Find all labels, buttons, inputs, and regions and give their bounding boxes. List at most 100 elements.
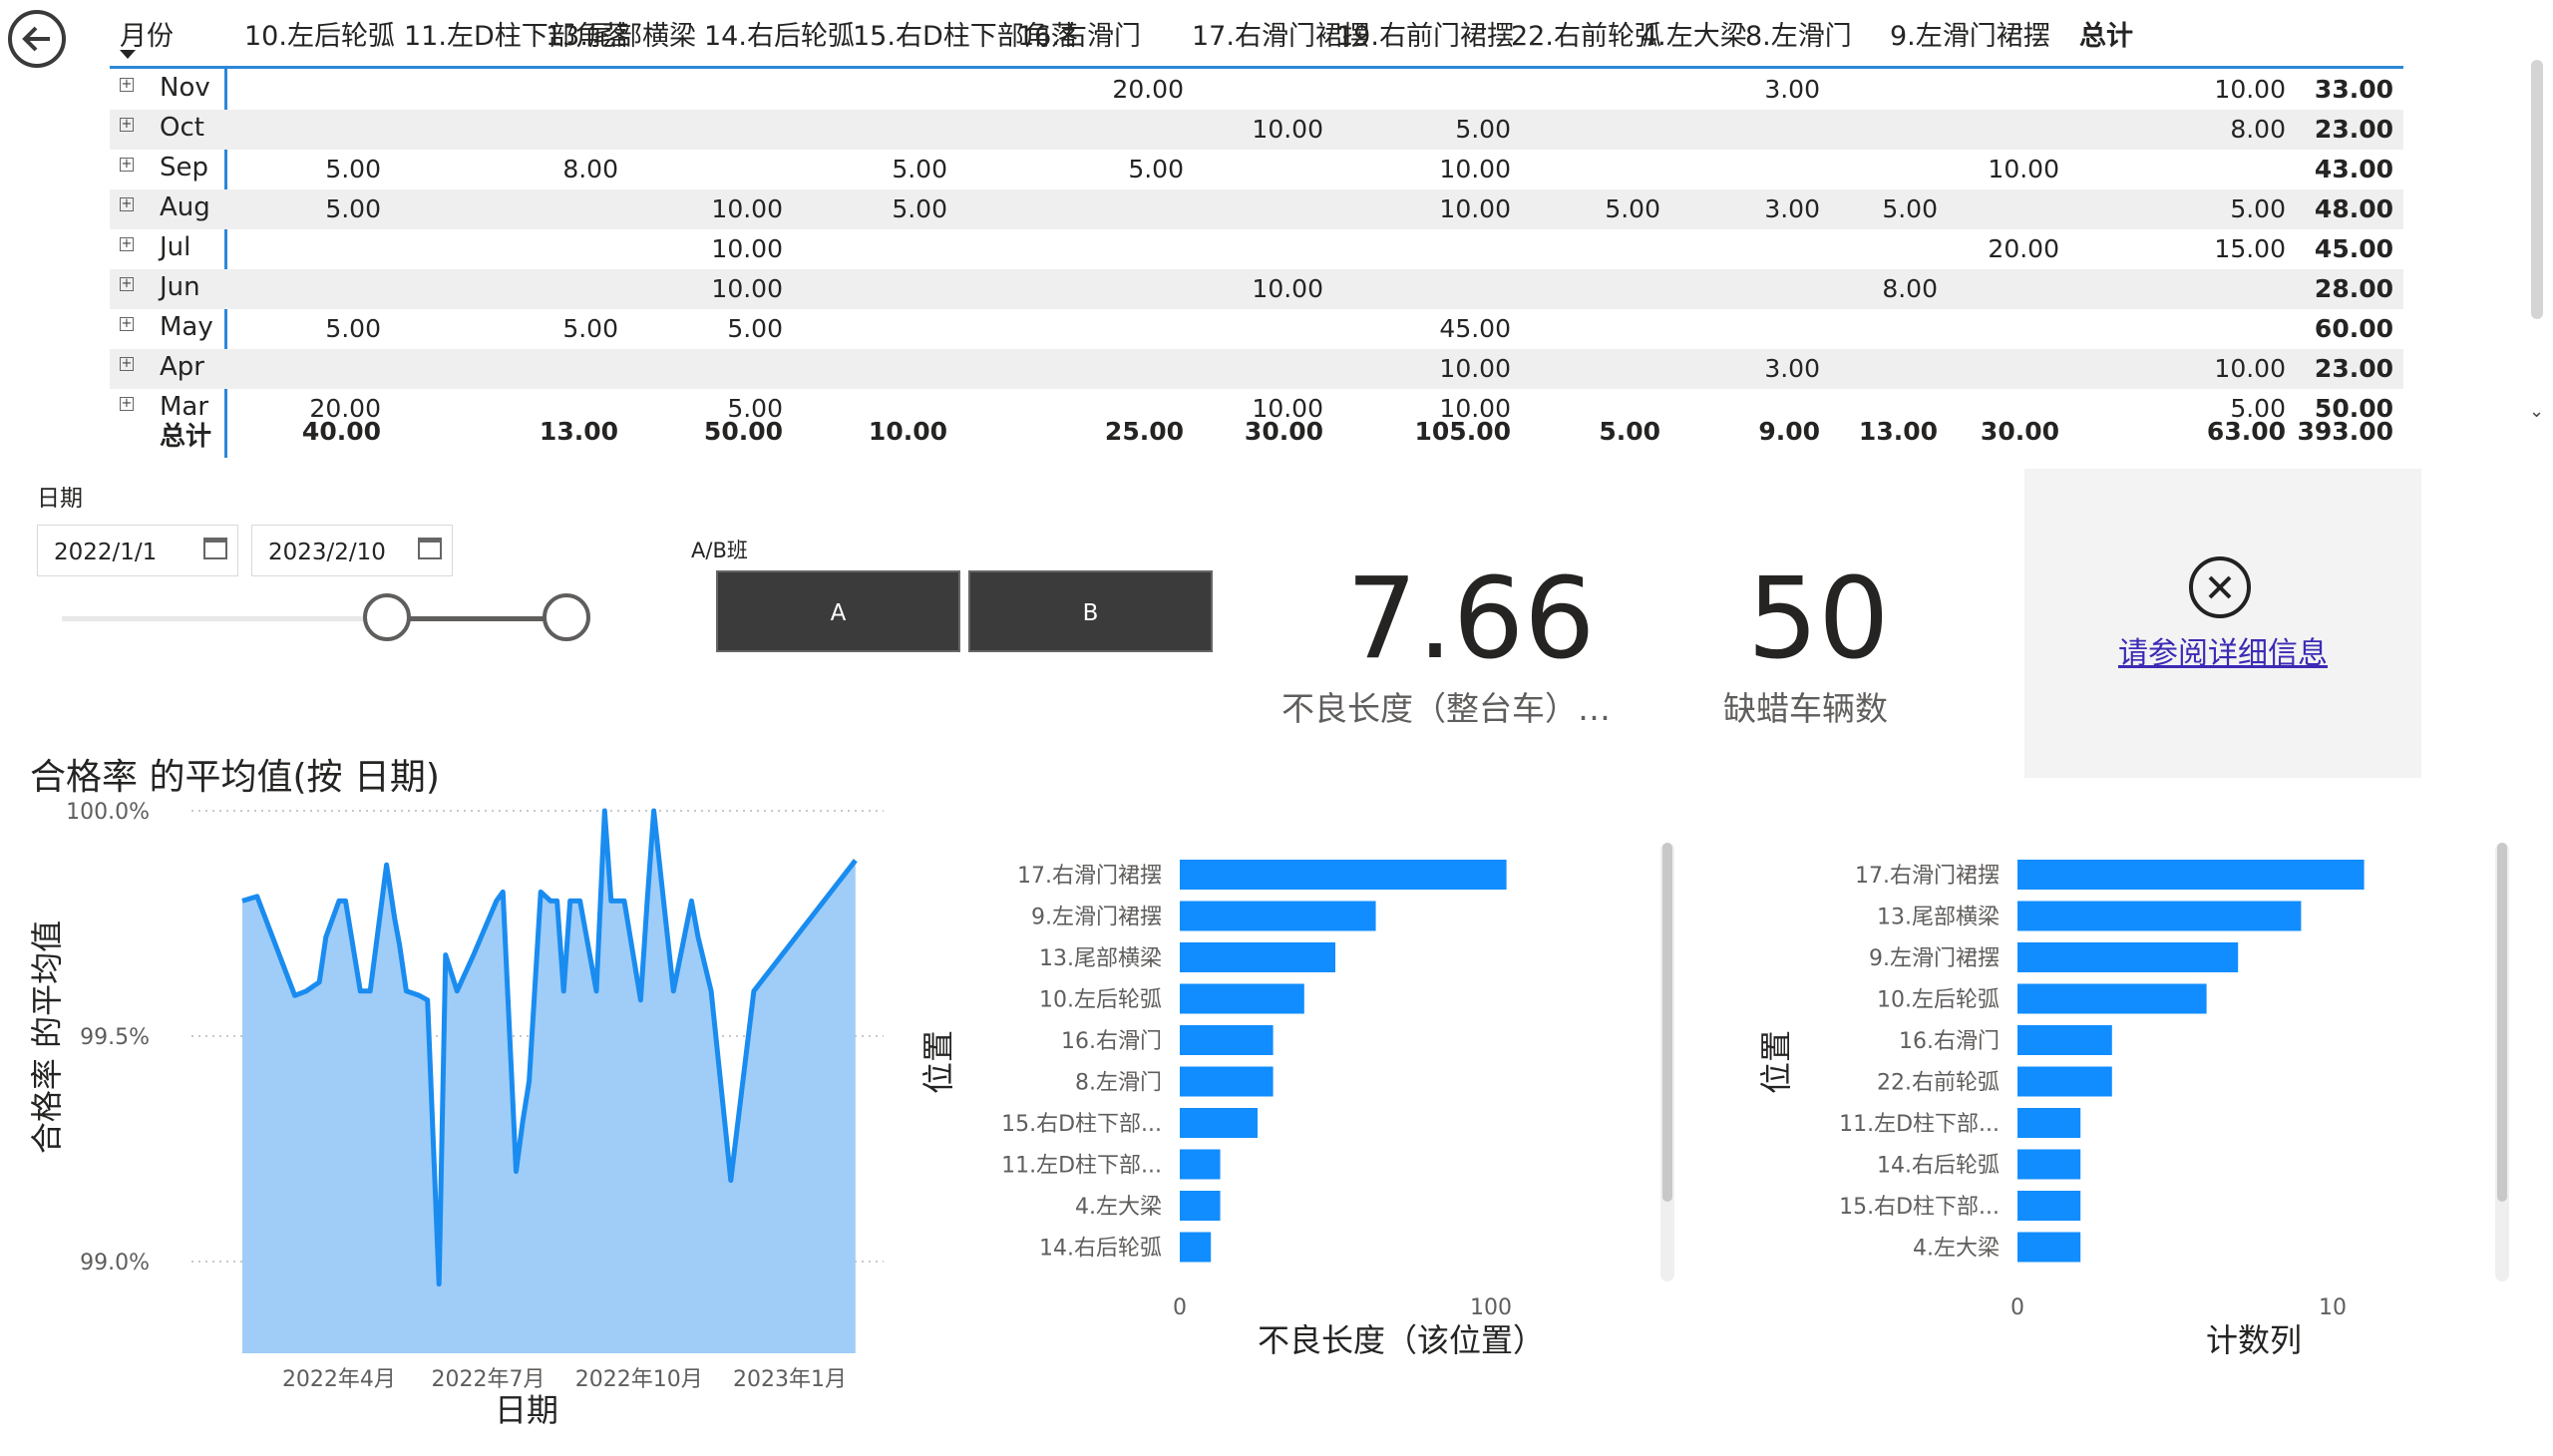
column-header[interactable]: 9.左滑门裙摆 [1890, 14, 2050, 53]
row-label[interactable]: May [160, 312, 213, 342]
column-header[interactable]: 22.右前轮弧 [1511, 14, 1661, 53]
expand-icon[interactable]: + [120, 197, 134, 211]
column-header[interactable]: 4.左大梁 [1641, 14, 1747, 53]
category-label: 17.右滑门裙摆 [1855, 864, 2000, 889]
shift-a-button[interactable]: A [716, 570, 960, 652]
row-label[interactable]: Apr [160, 352, 204, 382]
column-header[interactable]: 16.右滑门 [1017, 14, 1141, 53]
column-header[interactable]: 总计 [2079, 14, 2133, 53]
row-label[interactable]: Jun [160, 272, 200, 302]
bar[interactable] [1180, 1232, 1212, 1263]
date-slider-end-handle[interactable] [543, 593, 590, 641]
bar-chart-count: 17.右滑门裙摆 13.尾部横梁 9.左滑门裙摆 10.左后轮弧 16.右滑门 22.右前… [1757, 860, 2365, 1359]
bar[interactable] [1180, 1025, 1274, 1055]
bar[interactable] [2017, 901, 2302, 931]
row-header-month[interactable]: 月份 [120, 14, 174, 53]
bar[interactable] [2017, 942, 2239, 972]
bar[interactable] [1180, 1108, 1258, 1138]
bar[interactable] [1180, 860, 1507, 890]
matrix-cell: 10.00 [1439, 155, 1511, 183]
row-label[interactable]: Nov [160, 73, 210, 103]
calendar-icon[interactable] [203, 538, 227, 559]
y-axis-title: 位置 [919, 1030, 957, 1094]
column-header[interactable]: 19.右前门裙摆 [1336, 14, 1514, 53]
end-date-input[interactable]: 2023/2/10 [251, 525, 453, 576]
see-details-link[interactable]: 请参阅详细信息 [2024, 628, 2421, 672]
matrix-cell: 5.00 [1128, 155, 1184, 183]
matrix-cell: 3.00 [1764, 354, 1820, 383]
matrix-cell: 8.00 [1882, 274, 1938, 303]
matrix-scrollbar[interactable]: ⌄ [2529, 60, 2545, 429]
category-label: 11.左D柱下部... [1001, 1154, 1162, 1179]
bar[interactable] [2017, 1108, 2081, 1138]
bar[interactable] [1180, 901, 1376, 931]
back-button[interactable] [8, 10, 66, 68]
total-cell: 13.00 [539, 417, 618, 446]
chevron-down-icon[interactable]: ⌄ [2529, 401, 2544, 422]
expand-icon[interactable]: + [120, 78, 134, 92]
y-axis-title: 位置 [1757, 1030, 1795, 1094]
expand-icon[interactable]: + [120, 357, 134, 371]
calendar-icon[interactable] [418, 538, 442, 559]
category-label: 15.右D柱下部... [1001, 1112, 1162, 1137]
matrix-cell: 5.00 [1882, 194, 1938, 223]
category-label: 4.左大梁 [1913, 1237, 2000, 1262]
matrix-cell: 45.00 [1439, 314, 1511, 343]
bar[interactable] [2017, 983, 2207, 1014]
bar[interactable] [1180, 1191, 1221, 1221]
bar[interactable] [1180, 1066, 1274, 1097]
matrix-cell: 10.00 [2214, 75, 2286, 104]
scrollbar-thumb[interactable] [2497, 843, 2507, 1202]
scrollbar-thumb[interactable] [2531, 60, 2543, 319]
area-chart: 100.0% 99.5% 99.0% 2022年4月 2022年7月 2022年10月 2… [28, 800, 884, 1429]
column-header[interactable]: 8.左滑门 [1745, 14, 1852, 53]
row-label[interactable]: Jul [160, 232, 190, 262]
bar[interactable] [1180, 983, 1304, 1014]
row-band [110, 349, 2403, 389]
matrix-cell: 48.00 [2314, 194, 2393, 223]
x-tick-label: 2022年7月 [432, 1367, 546, 1392]
date-slider-start-handle[interactable] [363, 593, 411, 641]
row-label[interactable]: Aug [160, 192, 210, 222]
category-label: 4.左大梁 [1075, 1195, 1162, 1220]
row-label[interactable]: Sep [160, 153, 208, 182]
bar[interactable] [1180, 1149, 1221, 1180]
column-header[interactable]: 13.尾部横梁 [546, 14, 696, 53]
column-header[interactable]: 10.左后轮弧 [244, 14, 395, 53]
sort-down-icon[interactable] [120, 50, 136, 59]
matrix-cell: 5.00 [325, 194, 381, 223]
expand-icon[interactable]: + [120, 317, 134, 331]
bar[interactable] [1180, 942, 1335, 972]
expand-icon[interactable]: + [120, 158, 134, 172]
bar[interactable] [2017, 1191, 2081, 1221]
bar-chart-2-scrollbar[interactable] [2495, 843, 2509, 1281]
y-tick-label: 100.0% [66, 800, 150, 825]
scrollbar-thumb[interactable] [1662, 843, 1672, 1202]
expand-icon[interactable]: + [120, 397, 134, 411]
matrix-cell: 28.00 [2314, 274, 2393, 303]
matrix-cell: 5.00 [892, 155, 947, 183]
total-cell: 25.00 [1104, 417, 1184, 446]
total-cell: 10.00 [868, 417, 947, 446]
column-header[interactable]: 14.右后轮弧 [704, 14, 855, 53]
y-tick-label: 99.5% [80, 1025, 150, 1050]
row-label[interactable]: Oct [160, 113, 204, 143]
category-label: 16.右滑门 [1899, 1029, 2000, 1054]
bar[interactable] [2017, 1149, 2081, 1180]
matrix-cell: 10.00 [711, 274, 783, 303]
bar[interactable] [2017, 1066, 2112, 1097]
matrix-cell: 20.00 [1112, 75, 1184, 104]
info-panel [2024, 469, 2421, 778]
expand-icon[interactable]: + [120, 118, 134, 132]
bar[interactable] [2017, 1025, 2112, 1055]
bar[interactable] [2017, 1232, 2081, 1263]
shift-b-button[interactable]: B [968, 570, 1213, 652]
category-label: 17.右滑门裙摆 [1017, 864, 1162, 889]
expand-icon[interactable]: + [120, 277, 134, 291]
shift-slicer-label: A/B班 [691, 539, 748, 562]
bar[interactable] [2017, 860, 2365, 890]
expand-icon[interactable]: + [120, 237, 134, 251]
start-date-input[interactable]: 2022/1/1 [37, 525, 238, 576]
arrow-left-icon [22, 26, 50, 52]
bar-chart-1-scrollbar[interactable] [1660, 843, 1674, 1281]
